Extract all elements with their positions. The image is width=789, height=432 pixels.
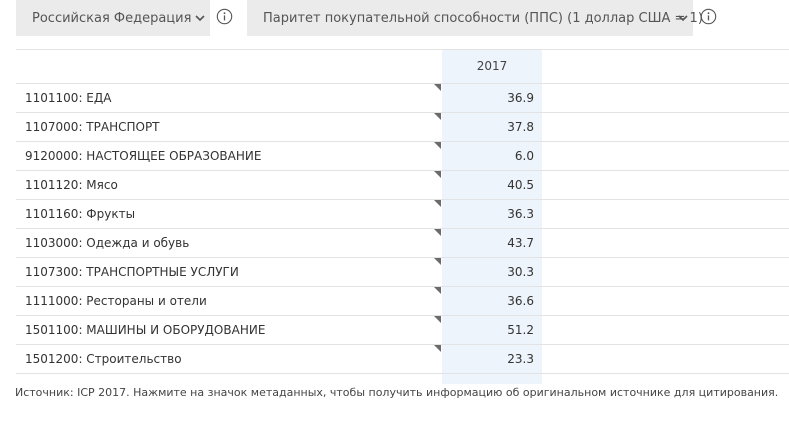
row-label: 1107300: ТРАНСПОРТНЫЕ УСЛУГИ	[25, 265, 239, 279]
row-label: 1101160: Фрукты	[25, 207, 136, 221]
cell-value: 37.8	[507, 120, 534, 134]
table-row: 1101120: Мясо 40.5	[16, 171, 789, 200]
table-row: 1111000: Рестораны и отели 36.6	[16, 287, 789, 316]
cell-value: 51.2	[507, 323, 534, 337]
row-corner-marker	[434, 142, 441, 149]
row-label: 1501100: МАШИНЫ И ОБОРУДОВАНИЕ	[25, 323, 266, 337]
table-row: 1107000: ТРАНСПОРТ 37.8	[16, 113, 789, 142]
cell-value: 36.3	[507, 207, 534, 221]
row-label: 1111000: Рестораны и отели	[25, 294, 207, 308]
column-header-year[interactable]: 2017	[442, 50, 542, 83]
row-corner-marker	[434, 171, 441, 178]
cell-value: 43.7	[507, 236, 534, 250]
table-row: 1501200: Строительство 23.3	[16, 345, 789, 374]
table-row: 1103000: Одежда и обувь 43.7	[16, 229, 789, 258]
source-note: Источник: ICP 2017. Нажмите на значок ме…	[15, 386, 779, 399]
table-row: 1101160: Фрукты 36.3	[16, 200, 789, 229]
country-select[interactable]: Российская Федерация	[16, 0, 210, 36]
row-corner-marker	[434, 113, 441, 120]
table-row: 1501100: МАШИНЫ И ОБОРУДОВАНИЕ 51.2	[16, 316, 789, 345]
row-corner-marker	[434, 200, 441, 207]
row-label: 1107000: ТРАНСПОРТ	[25, 120, 160, 134]
row-label: 9120000: НАСТОЯЩЕЕ ОБРАЗОВАНИЕ	[25, 149, 262, 163]
country-select-value: Российская Федерация	[32, 10, 192, 26]
cell-value: 36.9	[507, 91, 534, 105]
table-row: 9120000: НАСТОЯЩЕЕ ОБРАЗОВАНИЕ 6.0	[16, 142, 789, 171]
table-row: 1107300: ТРАНСПОРТНЫЕ УСЛУГИ 30.3	[16, 258, 789, 287]
table-header: 2017	[16, 49, 789, 84]
info-icon[interactable]	[216, 8, 233, 25]
table-row: 1101100: ЕДА 36.9	[16, 84, 789, 113]
cell-value: 6.0	[514, 149, 534, 163]
cell-value: 40.5	[507, 178, 534, 192]
row-corner-marker	[434, 345, 441, 352]
row-corner-marker	[434, 229, 441, 236]
row-label: 1103000: Одежда и обувь	[25, 236, 190, 250]
row-label: 1101120: Мясо	[25, 178, 118, 192]
cell-value: 30.3	[507, 265, 534, 279]
data-table: 2017 1101100: ЕДА 36.9 1107000: ТРАНСПОР…	[16, 49, 789, 384]
measure-select[interactable]: Паритет покупательной способности (ППС) …	[247, 0, 703, 36]
chevron-down-icon	[678, 15, 688, 22]
cell-value: 36.6	[507, 294, 534, 308]
chevron-down-icon	[195, 15, 205, 22]
row-label: 1101100: ЕДА	[25, 91, 112, 105]
row-label: 1501200: Строительство	[25, 352, 182, 366]
row-corner-marker	[434, 287, 441, 294]
row-corner-marker	[434, 316, 441, 323]
measure-select-value: Паритет покупательной способности (ППС) …	[263, 10, 703, 26]
cell-value: 23.3	[507, 352, 534, 366]
info-icon[interactable]	[700, 8, 717, 25]
row-corner-marker	[434, 84, 441, 91]
toolbar: Российская Федерация Паритет покупательн…	[16, 0, 789, 36]
row-corner-marker	[434, 258, 441, 265]
